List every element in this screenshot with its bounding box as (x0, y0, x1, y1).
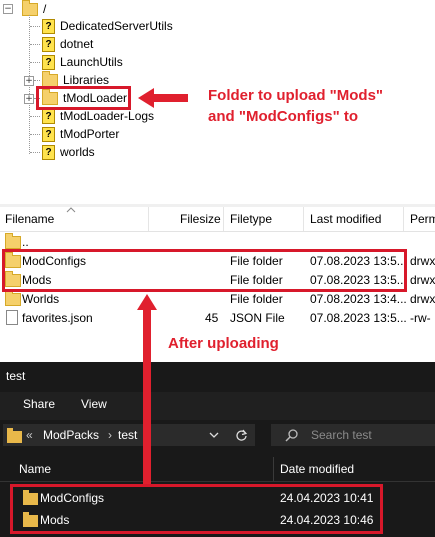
remote-file-list: Filename Filesize Filetype Last modified… (0, 207, 435, 362)
tree-item-label: worlds (60, 145, 95, 159)
tab-share[interactable]: Share (23, 397, 55, 411)
column-filesize[interactable]: Filesize (180, 212, 221, 226)
column-divider[interactable] (223, 207, 224, 231)
column-date-modified[interactable]: Date modified (280, 462, 354, 476)
tree-connector (30, 44, 40, 45)
unknown-icon: ? (42, 54, 55, 70)
tree-item-label: LaunchUtils (60, 55, 123, 69)
file-list-header: Filename Filesize Filetype Last modified… (0, 207, 435, 232)
file-type: JSON File (230, 311, 285, 325)
chevron-down-icon[interactable] (209, 431, 219, 439)
unknown-icon: ? (42, 108, 55, 124)
file-row-favorites[interactable]: favorites.json 45 JSON File 07.08.2023 1… (0, 309, 435, 328)
upload-target-annotation-line2: and "ModConfigs" to (208, 108, 359, 125)
tmodloader-highlight-box (36, 86, 131, 110)
file-name: .. (22, 235, 29, 249)
window-title: test (6, 369, 26, 383)
column-filename[interactable]: Filename (5, 212, 54, 226)
unknown-icon: ? (42, 126, 55, 142)
folder-icon (5, 290, 21, 306)
tree-connector (30, 152, 40, 153)
windows-explorer-window: test Share View « ModPacks › test Search… (0, 362, 435, 537)
search-icon (285, 429, 298, 442)
search-placeholder: Search test (311, 428, 372, 442)
breadcrumb-modpacks[interactable]: ModPacks (43, 428, 99, 442)
arrow-up-icon (137, 294, 157, 484)
folder-icon (42, 70, 58, 87)
file-type: File folder (230, 292, 283, 306)
file-modified: 07.08.2023 13:5... (310, 311, 407, 325)
after-uploading-annotation: After uploading (168, 335, 279, 352)
uploaded-rows-highlight-box (2, 249, 407, 292)
file-icon (6, 310, 18, 325)
ribbon-tabs: Share View (0, 392, 435, 420)
folder-icon (22, 0, 38, 16)
breadcrumb-separator: › (108, 428, 112, 442)
tree-item-label: Libraries (63, 73, 110, 87)
collapse-root-toggle[interactable]: − (3, 4, 13, 14)
folder-icon (5, 233, 21, 249)
file-perm: drwx (410, 292, 435, 306)
file-row-worlds[interactable]: Worlds File folder 07.08.2023 13:4... dr… (0, 290, 435, 309)
tree-connector (30, 116, 40, 117)
tab-view[interactable]: View (81, 397, 107, 411)
address-bar-row: « ModPacks › test Search test (0, 420, 435, 450)
folder-icon (7, 428, 22, 443)
column-divider[interactable] (148, 207, 149, 231)
tree-connector (34, 80, 40, 81)
file-name: Worlds (22, 292, 60, 306)
tree-item-tmodporter[interactable]: ? tModPorter (42, 125, 119, 143)
arrow-left-icon (138, 88, 188, 108)
file-size: 45 (205, 311, 219, 325)
upload-target-annotation-line1: Folder to upload "Mods" (208, 87, 384, 104)
file-name: favorites.json (22, 311, 93, 325)
tree-item-dotnet[interactable]: ? dotnet (42, 35, 93, 53)
expand-tmodloader-toggle[interactable]: + (24, 94, 34, 104)
column-filetype[interactable]: Filetype (230, 212, 272, 226)
search-box[interactable]: Search test (271, 424, 435, 446)
file-perm: drwx (410, 254, 435, 268)
column-permissions[interactable]: Perm (410, 212, 435, 226)
tree-connector (30, 62, 40, 63)
tree-item-dedicatedserverutils[interactable]: ? DedicatedServerUtils (42, 17, 173, 35)
address-bar[interactable]: « ModPacks › test (3, 424, 255, 446)
tree-item-label: / (43, 2, 47, 16)
file-perm: -rw- (410, 311, 431, 325)
explorer-column-header: Name Date modified (0, 457, 435, 482)
tree-item-root[interactable]: / (22, 0, 46, 18)
tree-item-worlds[interactable]: ? worlds (42, 143, 95, 161)
column-last-modified[interactable]: Last modified (310, 212, 381, 226)
sort-ascending-icon (66, 207, 76, 213)
tree-item-label: DedicatedServerUtils (60, 19, 173, 33)
tree-item-label: dotnet (60, 37, 94, 51)
source-rows-highlight-box (10, 484, 383, 534)
file-modified: 07.08.2023 13:4... (310, 292, 407, 306)
remote-directory-tree: − / ? DedicatedServerUtils ? dotnet ? La… (0, 0, 435, 205)
tree-item-launchutils[interactable]: ? LaunchUtils (42, 53, 123, 71)
column-divider[interactable] (403, 207, 404, 231)
unknown-icon: ? (42, 18, 55, 34)
unknown-icon: ? (42, 144, 55, 160)
column-divider[interactable] (303, 207, 304, 231)
tree-item-label: tModPorter (60, 127, 120, 141)
unknown-icon: ? (42, 36, 55, 52)
breadcrumb-overflow[interactable]: « (26, 428, 33, 442)
tree-connector (30, 134, 40, 135)
refresh-icon[interactable] (235, 429, 248, 442)
tree-item-label: tModLoader-Logs (60, 109, 155, 123)
column-name[interactable]: Name (19, 462, 51, 476)
file-perm: drwx (410, 273, 435, 287)
expand-libraries-toggle[interactable]: + (24, 76, 34, 86)
tree-connector (30, 26, 40, 27)
column-divider[interactable] (273, 457, 274, 481)
breadcrumb-test[interactable]: test (118, 428, 137, 442)
